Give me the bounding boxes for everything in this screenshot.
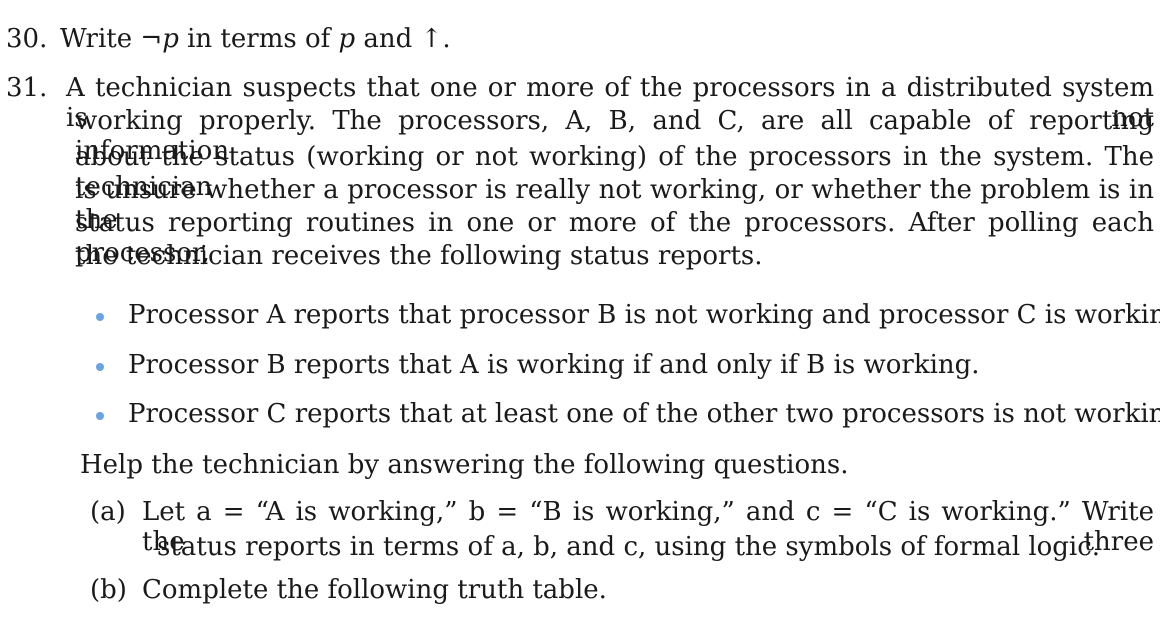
part-a-line: status reports in terms of a, b, and c, … <box>157 532 1101 562</box>
problem-30-text-b: in terms of <box>178 24 339 54</box>
part-b-text: Complete the following truth table. <box>142 575 607 605</box>
status-report-item: Processor A reports that processor B is … <box>128 300 1160 330</box>
problem-30-number: 30. <box>6 24 48 54</box>
problem-30-text: Write ¬p in terms of p and ↑. <box>60 24 451 54</box>
status-report-item: Processor C reports that at least one of… <box>128 399 1160 429</box>
part-b-label: (b) <box>90 575 127 605</box>
paragraph-line: the technician receives the following st… <box>75 241 763 271</box>
bullet-icon <box>96 412 104 420</box>
problem-30-text-a: Write <box>60 24 141 54</box>
bullet-icon <box>96 363 104 371</box>
help-line: Help the technician by answering the fol… <box>80 450 849 480</box>
not-p-symbol: ¬p <box>140 24 179 54</box>
problem-30-text-c: and ↑. <box>355 24 451 54</box>
problem-31-number: 31. <box>6 73 48 103</box>
p-symbol: p <box>338 24 356 54</box>
part-a-label: (a) <box>90 497 126 527</box>
bullet-icon <box>96 313 104 321</box>
status-report-item: Processor B reports that A is working if… <box>128 350 980 380</box>
